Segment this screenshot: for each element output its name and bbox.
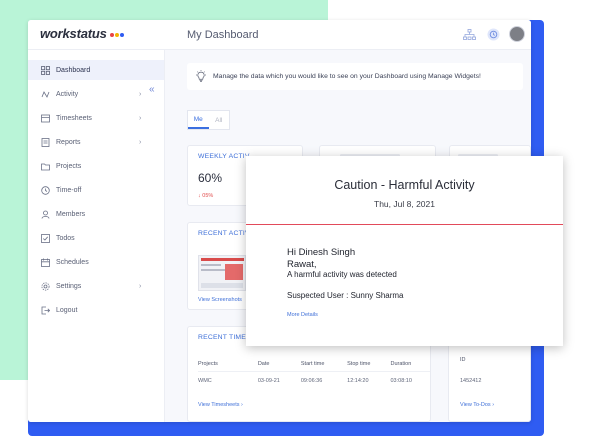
weekly-activity-delta: ↓ 05%	[198, 193, 214, 199]
sidebar-item-label: Schedules	[56, 258, 89, 266]
brand-dots	[109, 26, 124, 41]
sidebar-item-dashboard[interactable]: Dashboard	[28, 60, 164, 80]
sidebar-item-label: Todos	[56, 234, 75, 242]
sidebar-item-projects[interactable]: Projects	[28, 156, 164, 176]
calendar-icon	[40, 257, 50, 267]
view-timesheets-link[interactable]: View Timesheets ›	[198, 402, 243, 408]
sidebar-item-reports[interactable]: Reports ›	[28, 132, 164, 152]
modal-suspect: Suspected User : Sunny Sharma	[287, 291, 404, 300]
logout-icon	[40, 305, 50, 315]
modal-greeting-cont: Rawat,	[287, 259, 317, 270]
sidebar-item-schedules[interactable]: Schedules	[28, 252, 164, 272]
view-todos-link[interactable]: View To-Dos ›	[460, 402, 494, 408]
modal-message: A harmful activity was detected	[287, 270, 397, 279]
sidebar-item-activity[interactable]: Activity ›	[28, 84, 164, 104]
chevron-right-icon: ›	[139, 90, 142, 98]
table-row[interactable]: WMC 03-09-21 09:06:36 12:14:20 03:08:10	[198, 371, 430, 391]
sidebar-item-label: Time-off	[56, 186, 82, 194]
weekly-activity-title: WEEKLY ACTIV	[198, 153, 250, 160]
sidebar-item-label: Timesheets	[56, 114, 92, 122]
chevron-right-icon: ›	[139, 282, 142, 290]
sidebar-item-label: Activity	[56, 90, 79, 98]
screenshot-thumbnail[interactable]	[198, 255, 246, 291]
todo-icon	[40, 233, 50, 243]
modal-title: Caution - Harmful Activity	[334, 178, 475, 192]
user-icon	[40, 209, 50, 219]
brand-logo[interactable]: workstatus	[40, 26, 124, 41]
more-details-link[interactable]: More Details	[287, 312, 318, 318]
table-cell: 03:08:10	[390, 378, 412, 385]
column-header: Stop time	[347, 357, 391, 372]
modal-date: Thu, Jul 8, 2021	[374, 199, 435, 209]
page-title: My Dashboard	[187, 29, 259, 41]
timesheet-icon	[40, 113, 50, 123]
sidebar-item-settings[interactable]: Settings ›	[28, 276, 164, 296]
table-cell: 03-09-21	[257, 378, 280, 385]
modal-divider	[246, 224, 563, 225]
harmful-activity-modal: Caution - Harmful Activity Thu, Jul 8, 2…	[246, 156, 563, 346]
todos-id-header: ID	[460, 357, 466, 363]
banner-text: Manage the data which you would like to …	[213, 73, 481, 80]
column-header: Projects	[198, 357, 258, 372]
timesheets-table: Projects Date Start time Stop time Durat…	[198, 357, 430, 391]
sidebar-item-label: Members	[56, 210, 86, 218]
lightbulb-icon	[196, 69, 206, 82]
table-cell: 09:06:36	[300, 378, 323, 385]
top-bar: workstatus My Dashboard	[28, 20, 531, 50]
clock-icon	[40, 185, 50, 195]
folder-icon	[40, 161, 50, 171]
todos-id-value: 1452412	[460, 378, 482, 384]
sidebar-item-label: Dashboard	[56, 66, 91, 74]
sidebar-item-time-off[interactable]: Time-off	[28, 180, 164, 200]
brand-name: workstatus	[40, 26, 107, 41]
view-screenshots-link[interactable]: View Screenshots	[198, 297, 242, 303]
chevron-right-icon: ›	[139, 114, 142, 122]
sidebar-item-timesheets[interactable]: Timesheets ›	[28, 108, 164, 128]
manage-widgets-banner: Manage the data which you would like to …	[187, 63, 523, 90]
top-icons	[461, 26, 525, 42]
recent-timesheets-title: RECENT TIMES	[198, 334, 251, 341]
sidebar-item-label: Settings	[56, 282, 82, 290]
sidebar: « Dashboard Activity › Timesheets › Reports › P…	[28, 50, 165, 422]
activity-icon	[40, 89, 50, 99]
table-header-row: Projects Date Start time Stop time Durat…	[198, 357, 430, 372]
recent-activity-title: RECENT ACTIV	[198, 230, 250, 237]
column-header: Duration	[390, 357, 430, 372]
timer-icon[interactable]	[485, 26, 501, 42]
sidebar-item-logout[interactable]: Logout	[28, 300, 164, 320]
tab-all[interactable]: All	[209, 111, 230, 129]
tab-me[interactable]: Me	[188, 111, 209, 129]
scope-toggle: Me All	[187, 110, 230, 130]
chevron-right-icon: ›	[139, 138, 142, 146]
table-cell: WMC	[198, 378, 212, 385]
table-cell: 12:14:20	[347, 378, 369, 385]
sidebar-item-todos[interactable]: Todos	[28, 228, 164, 248]
sidebar-item-label: Projects	[56, 162, 82, 170]
grid-icon	[40, 65, 50, 75]
gear-icon	[40, 281, 50, 291]
avatar[interactable]	[509, 26, 525, 42]
column-header: Date	[257, 357, 301, 372]
modal-greeting: Hi Dinesh Singh	[287, 247, 356, 258]
column-header: Start time	[300, 357, 348, 372]
report-icon	[40, 137, 50, 147]
org-chart-icon[interactable]	[461, 26, 477, 42]
sidebar-item-label: Reports	[56, 138, 81, 146]
sidebar-item-members[interactable]: Members	[28, 204, 164, 224]
weekly-activity-value: 60%	[198, 171, 223, 185]
sidebar-item-label: Logout	[56, 306, 78, 314]
